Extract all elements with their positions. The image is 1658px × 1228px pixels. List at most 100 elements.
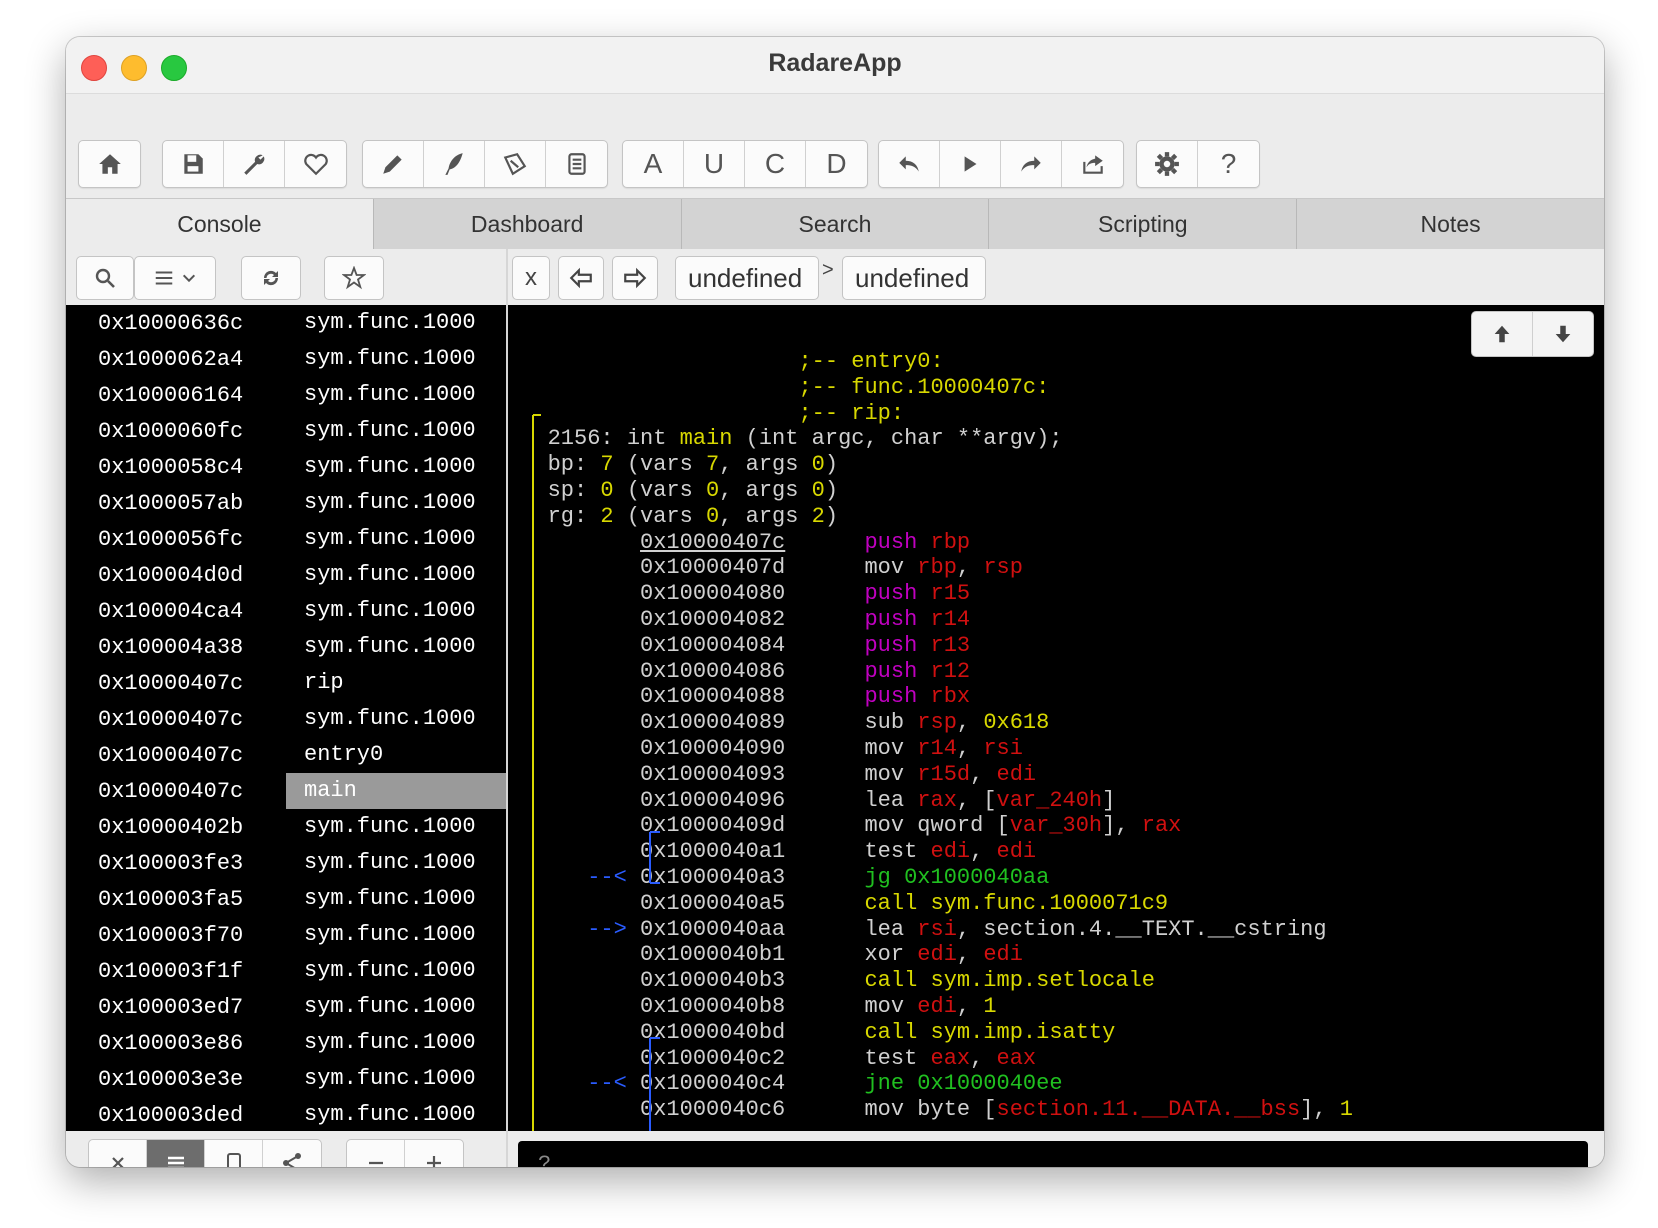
function-list-row[interactable]: 0x10000407c main [66,773,506,809]
frame-args: 0 [811,452,825,478]
command-input[interactable] [518,1141,1588,1167]
function-list-row[interactable]: 0x100003fa5 sym.func.1000 [66,881,506,917]
help-button[interactable]: ? [1198,141,1259,187]
function-list-row[interactable]: 0x100003fe3 sym.func.1000 [66,845,506,881]
function-name: sym.func.1000 [304,598,476,623]
function-address: 0x100003fa5 [98,886,244,912]
zoom-in-button[interactable] [405,1140,463,1167]
letter-button-c[interactable]: C [745,141,806,187]
redo-icon [1021,156,1041,172]
quill-button[interactable] [424,141,485,187]
pencil-icon [383,155,402,174]
share-button[interactable] [1062,141,1123,187]
command-field[interactable] [518,1141,1588,1167]
function-address: 0x100003fe3 [98,850,244,876]
list-view-button[interactable] [147,1140,205,1167]
function-list-row[interactable]: 0x10000407c entry0 [66,737,506,773]
function-name: sym.func.1000 [304,886,476,911]
letter-button-a[interactable]: A [623,141,684,187]
instruction-token: 1 [983,993,997,1019]
instruction-token: ] [1102,787,1116,813]
function-list-row[interactable]: 0x100003ded sym.func.1000 [66,1097,506,1131]
tab-notes[interactable]: Notes [1297,199,1604,249]
function-list-row[interactable]: 0x100003e86 sym.func.1000 [66,1025,506,1061]
function-name: sym.func.1000 [304,994,476,1019]
flag-label: ;-- entry0: [798,349,944,374]
function-list-row[interactable]: 0x100004a38 sym.func.1000 [66,629,506,665]
function-list-row[interactable]: 0x1000058c4 sym.func.1000 [66,449,506,485]
instruction-token: rax [917,787,957,813]
function-name: sym.func.1000 [304,526,476,551]
redo-button[interactable] [1001,141,1062,187]
instruction-token: ], [1102,813,1142,839]
notes-button[interactable] [546,141,607,187]
function-list-row[interactable]: 0x1000062a4 sym.func.1000 [66,341,506,377]
zoom-out-button[interactable] [347,1140,405,1167]
function-list-row[interactable]: 0x10000407c sym.func.1000 [66,701,506,737]
forward-button[interactable] [612,256,658,300]
undo-icon [899,156,919,172]
instruction-token: , [956,993,984,1019]
instruction-token: , [970,761,997,787]
disassembly-view[interactable]: ;-- entry0: ;-- func.10000407c: ;-- rip:… [508,305,1604,1131]
letter-button-u[interactable]: U [684,141,745,187]
heart-icon [303,153,328,176]
breadcrumb-item-2[interactable]: undefined [842,256,986,300]
wrench-button[interactable] [224,141,285,187]
function-list-row[interactable]: 0x100006164 sym.func.1000 [66,377,506,413]
function-list-row[interactable]: 0x1000056fc sym.func.1000 [66,521,506,557]
function-list-row[interactable]: 0x1000060fc sym.func.1000 [66,413,506,449]
sidebar-search-button[interactable] [76,256,134,300]
clear-button[interactable] [89,1140,147,1167]
back-button[interactable] [558,256,604,300]
pencil-button[interactable] [363,141,424,187]
tab-console[interactable]: Console [66,199,374,249]
home-button[interactable] [79,141,140,187]
favorite-button[interactable] [285,141,346,187]
frame-vars: 0 [706,503,720,529]
scroll-down-button[interactable] [1533,312,1593,356]
app-window: RadareApp A U C D ? Console Dashboard Se… [66,37,1604,1167]
function-list-row[interactable]: 0x10000407c rip [66,665,506,701]
toolbar-group-settings: ? [1136,140,1260,188]
toolbar-group-edit [362,140,608,188]
scroll-up-button[interactable] [1472,312,1533,356]
function-list-row[interactable]: 0x100003e3e sym.func.1000 [66,1061,506,1097]
function-list-row[interactable]: 0x100004ca4 sym.func.1000 [66,593,506,629]
function-name: sym.func.1000 [304,346,476,371]
save-button[interactable] [163,141,224,187]
undo-button[interactable] [879,141,940,187]
instruction-token: rsp [917,710,957,736]
function-list-row[interactable]: 0x100003f1f sym.func.1000 [66,953,506,989]
instruction-token: push [864,684,931,710]
function-list-row[interactable]: 0x100004d0d sym.func.1000 [66,557,506,593]
graph-view-button[interactable] [263,1140,321,1167]
play-button[interactable] [940,141,1001,187]
letter-button-d[interactable]: D [806,141,867,187]
function-list-row[interactable]: 0x10000636c sym.func.1000 [66,305,506,341]
close-seek-button[interactable]: x [512,256,550,300]
instruction-token: push [864,606,931,632]
tab-search[interactable]: Search [681,199,990,249]
function-list-row[interactable]: 0x1000057ab sym.func.1000 [66,485,506,521]
function-list-row[interactable]: 0x100003f70 sym.func.1000 [66,917,506,953]
sidebar-favorite-button[interactable] [324,256,384,300]
panel-view-button[interactable] [205,1140,263,1167]
sidebar-refresh-button[interactable] [241,256,301,300]
tab-dashboard[interactable]: Dashboard [373,199,682,249]
instruction-token: , [956,942,984,968]
breadcrumb-item-1[interactable]: undefined [675,256,819,300]
instruction-token: mov qword [ [864,813,1010,839]
function-list-row[interactable]: 0x100003ed7 sym.func.1000 [66,989,506,1025]
settings-button[interactable] [1137,141,1198,187]
function-list-row[interactable]: 0x10000402b sym.func.1000 [66,809,506,845]
frame-args: 0 [811,477,825,503]
function-name: sym.func.1000 [304,814,476,839]
stamp-button[interactable] [485,141,546,187]
tab-scripting[interactable]: Scripting [989,199,1298,249]
signature-suffix: (int argc, char **argv); [732,426,1063,452]
sidebar-list-menu[interactable] [134,256,216,300]
